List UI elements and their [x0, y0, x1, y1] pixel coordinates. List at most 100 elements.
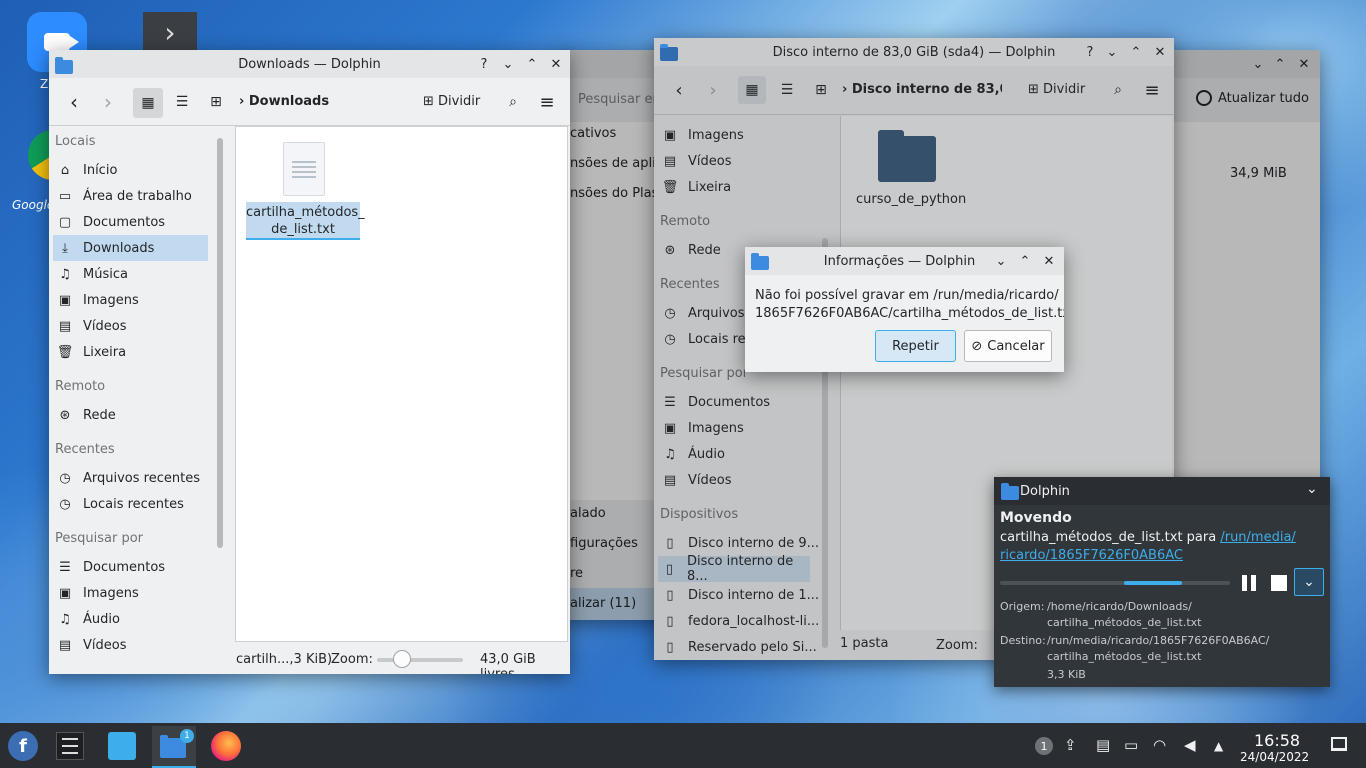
destination-link[interactable]: ricardo/1865F7626F0AB6AC: [1000, 548, 1183, 563]
images-icon: ▣: [663, 127, 677, 143]
destination-link[interactable]: /run/media/: [1220, 530, 1295, 545]
close-button[interactable]: ✕: [546, 54, 566, 74]
sidebar-item-home[interactable]: ⌂ Início: [57, 157, 118, 183]
audio-icon: ♫: [59, 611, 71, 627]
breadcrumb[interactable]: › Downloads: [239, 94, 329, 109]
maximize-button[interactable]: ⌃: [1126, 42, 1146, 62]
battery-tray-icon[interactable]: ▭: [1124, 736, 1138, 754]
help-button[interactable]: ?: [474, 54, 494, 74]
sidebar-item-device-5[interactable]: ▯ Reservado pelo Si...: [662, 634, 816, 660]
sidebar-item-desktop[interactable]: ▭ Área de trabalho: [57, 183, 192, 209]
help-button[interactable]: ?: [1080, 42, 1100, 62]
collapse-icon[interactable]: ⌄: [1306, 481, 1318, 497]
terminal-desktop-icon[interactable]: ›: [143, 12, 197, 52]
forward-button[interactable]: ›: [95, 89, 121, 115]
pause-button[interactable]: [1240, 575, 1258, 591]
update-all-button[interactable]: Atualizar tudo: [1196, 90, 1309, 106]
details-toggle-button[interactable]: ⌄: [1294, 568, 1324, 596]
zoom-slider-track[interactable]: [377, 658, 463, 662]
search-button[interactable]: ⌕: [1106, 77, 1130, 103]
sidebar-item-device-4[interactable]: ▯ fedora_localhost-li...: [662, 608, 819, 634]
sidebar-item-images[interactable]: ▣ Imagens: [662, 122, 744, 148]
clock-date[interactable]: 24/04/2022: [1240, 750, 1309, 764]
back-button[interactable]: ‹: [61, 89, 87, 115]
sidebar-item-search-images[interactable]: ▣ Imagens: [662, 415, 744, 441]
stop-button[interactable]: [1271, 575, 1287, 591]
maximize-button[interactable]: ⌃: [1015, 251, 1035, 271]
sidebar-item-device-2[interactable]: ▯ Disco interno de 8...: [658, 554, 810, 584]
maximize-button[interactable]: ⌃: [522, 54, 542, 74]
minimize-button[interactable]: ⌄: [1248, 54, 1268, 74]
clock-time[interactable]: 16:58: [1254, 731, 1300, 750]
folder-icon[interactable]: [878, 136, 936, 182]
firefox-task-icon[interactable]: [211, 731, 241, 761]
sidebar-item-search-videos[interactable]: ▤ Vídeos: [662, 467, 732, 493]
notification-badge[interactable]: 1: [1035, 737, 1053, 755]
sidebar-item-search-documents[interactable]: ☰ Documentos: [662, 389, 770, 415]
file-label-selected[interactable]: cartilha_métodos_ de_list.txt: [246, 202, 365, 240]
text-file-icon[interactable]: [283, 142, 325, 196]
search-input[interactable]: Pesquisar em: [578, 92, 665, 107]
sidebar-item-videos[interactable]: ▤ Vídeos: [57, 313, 127, 339]
dolphin-task-icon[interactable]: 1: [152, 726, 196, 768]
menu-button[interactable]: ≡: [535, 89, 559, 115]
sidebar-item-search-audio[interactable]: ♫ Áudio: [662, 441, 725, 467]
split-button[interactable]: ⊞ Dividir: [423, 94, 480, 109]
icons-view-button[interactable]: ▦: [133, 88, 163, 118]
sidebar-item-recent-places[interactable]: ◷ Locais rec: [662, 326, 752, 352]
volume-tray-icon[interactable]: ◀: [1184, 736, 1196, 754]
breadcrumb[interactable]: › Disco interno de 83,0 G: [842, 82, 1002, 97]
forward-button[interactable]: ›: [700, 77, 726, 103]
close-button[interactable]: ✕: [1039, 251, 1059, 271]
sidebar-item-music[interactable]: ♫ Música: [57, 261, 128, 287]
sidebar-item-documents[interactable]: ▢ Documentos: [57, 209, 165, 235]
sidebar-item-device-3[interactable]: ▯ Disco interno de 1...: [662, 582, 819, 608]
minimize-button[interactable]: ⌄: [991, 251, 1011, 271]
sidebar-item-network[interactable]: ⊛ Rede: [662, 237, 721, 263]
maximize-button[interactable]: ⌃: [1270, 54, 1290, 74]
sidebar-item-videos[interactable]: ▤ Vídeos: [662, 148, 732, 174]
icons-view-button[interactable]: ▦: [738, 76, 766, 104]
origin-path-2: cartilha_métodos_de_list.txt: [1047, 616, 1202, 629]
sidebar-item-search-audio[interactable]: ♫ Áudio: [57, 606, 120, 632]
sidebar-item-search-documents[interactable]: ☰ Documentos: [57, 554, 165, 580]
sidebar-scrollbar[interactable]: [217, 138, 223, 548]
show-hidden-tray-icon[interactable]: ▲: [1214, 739, 1223, 753]
dialog-message: Não foi possível gravar em /run/media/ri…: [755, 288, 1064, 321]
menu-button[interactable]: ≡: [1140, 77, 1164, 103]
cancel-button[interactable]: ⊘ Cancelar: [964, 330, 1052, 362]
sidebar-item-trash[interactable]: 🗑 Lixeira: [662, 174, 731, 200]
sidebar-item-downloads[interactable]: ⤓ Downloads: [53, 235, 208, 261]
sidebar-item-recent-files[interactable]: ◷ Arquivos recentes: [57, 465, 200, 491]
sidebar-item-recent-places[interactable]: ◷ Locais recentes: [57, 491, 184, 517]
details-view-button[interactable]: ⊞: [203, 89, 229, 115]
search-button[interactable]: ⌕: [501, 89, 525, 115]
sidebar-item-recent-files[interactable]: ◷ Arquivos r: [662, 300, 754, 326]
zoom-slider-handle[interactable]: [393, 650, 411, 668]
sidebar-item-images[interactable]: ▣ Imagens: [57, 287, 139, 313]
compact-view-button[interactable]: ☰: [774, 77, 800, 103]
sidebar-item-network[interactable]: ⊛ Rede: [57, 402, 116, 428]
minimize-button[interactable]: ⌄: [498, 54, 518, 74]
wifi-tray-icon[interactable]: ◠: [1153, 736, 1166, 754]
fedora-launcher-icon[interactable]: f: [8, 731, 38, 761]
sidebar-item-device-1[interactable]: ▯ Disco interno de 9...: [662, 530, 819, 556]
discover-task-icon[interactable]: [108, 732, 136, 760]
close-button[interactable]: ✕: [1294, 54, 1314, 74]
folder-label[interactable]: curso_de_python: [856, 192, 966, 207]
update-tray-icon[interactable]: ⇪: [1064, 736, 1077, 754]
sidebar-item-search-images[interactable]: ▣ Imagens: [57, 580, 139, 606]
close-button[interactable]: ✕: [1150, 42, 1170, 62]
details-view-button[interactable]: ⊞: [808, 77, 834, 103]
compact-view-button[interactable]: ☰: [169, 89, 195, 115]
chrome-desktop-label: Google: [12, 198, 55, 212]
clipboard-tray-icon[interactable]: ▤: [1096, 736, 1110, 754]
sidebar-item-trash[interactable]: 🗑 Lixeira: [57, 339, 126, 365]
back-button[interactable]: ‹: [666, 77, 692, 103]
retry-button[interactable]: Repetir: [875, 330, 956, 362]
settings-task-icon[interactable]: [56, 732, 84, 760]
show-desktop-icon[interactable]: [1331, 737, 1347, 751]
split-button[interactable]: ⊞ Dividir: [1028, 82, 1085, 97]
minimize-button[interactable]: ⌄: [1102, 42, 1122, 62]
sidebar-item-search-videos[interactable]: ▤ Vídeos: [57, 632, 127, 658]
